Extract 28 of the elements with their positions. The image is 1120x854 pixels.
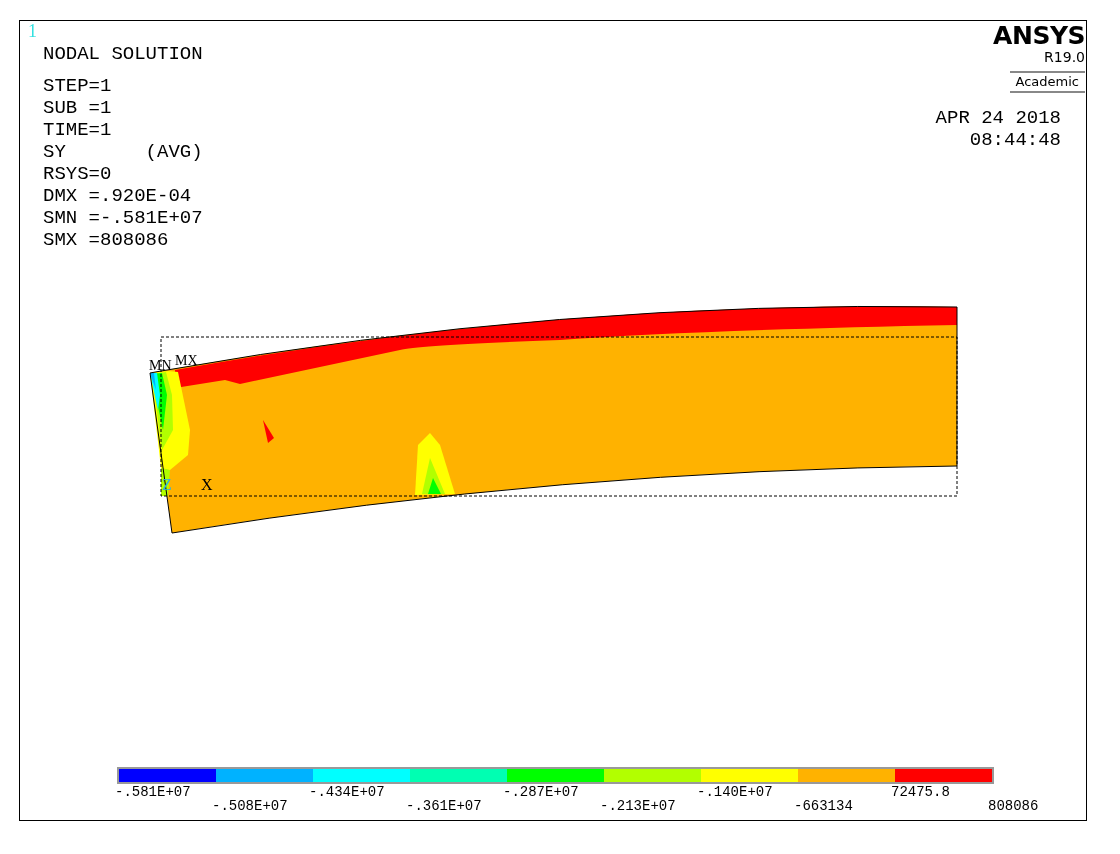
axis-label: X (201, 476, 213, 493)
plot-title: NODAL SOLUTION (43, 43, 203, 65)
solution-info: STEP=1 (43, 75, 113, 97)
logo-text: ANSYS (993, 23, 1085, 49)
solution-info: DMX =.920E-04 (43, 185, 193, 207)
legend-value: -663134 (794, 797, 854, 814)
solution-info: RSYS=0 (43, 163, 113, 185)
legend-value: -.213E+07 (600, 797, 677, 814)
solution-info: SUB =1 (43, 97, 113, 119)
legend-value: -.581E+07 (115, 784, 192, 802)
solution-info: SMX =808086 (43, 229, 170, 251)
min-marker: MN (149, 358, 172, 373)
plot-date: APR 24 2018 (935, 107, 1061, 129)
max-marker: MX (175, 353, 198, 368)
plot-time: 08:44:48 (969, 129, 1061, 151)
version-text: R19.0 (1044, 49, 1085, 65)
legend-value: 72475.8 (891, 784, 951, 802)
legend-value: -.434E+07 (309, 784, 386, 802)
window-number: 1 (28, 21, 38, 41)
legend-value: -.140E+07 (697, 784, 774, 802)
edition-label: Academic (1009, 71, 1085, 93)
solution-info: SMN =-.581E+07 (43, 207, 203, 229)
legend-value: -.287E+07 (503, 784, 580, 802)
solution-info: TIME=1 (43, 119, 113, 141)
solution-info: SY (AVG) (43, 141, 203, 163)
legend-value: -.508E+07 (212, 797, 289, 814)
legend-value: 808086 (988, 797, 1040, 814)
legend-value: -.361E+07 (406, 797, 483, 814)
